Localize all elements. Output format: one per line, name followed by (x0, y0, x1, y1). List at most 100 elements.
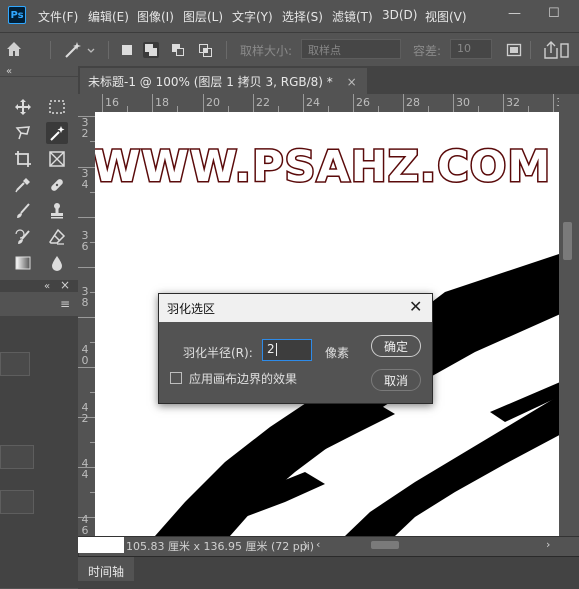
separator (50, 41, 51, 59)
separator (108, 41, 109, 59)
document-size: 105.83 厘米 x 136.95 厘米 (72 ppi) (126, 540, 315, 553)
scroll-left-icon[interactable]: ‹ (316, 538, 320, 551)
sample-size-label: 取样大小: (240, 44, 293, 58)
menu-layer[interactable]: 图层(L) (183, 8, 223, 25)
separator (0, 76, 78, 77)
clone-stamp-tool-icon[interactable] (46, 200, 68, 222)
blur-tool-icon[interactable] (46, 252, 68, 274)
feather-selection-dialog: 羽化选区 ✕ 羽化半径(R): 2 像素 确定 应用画布边界的效果 取消 (158, 293, 433, 404)
brush-tool-icon[interactable] (12, 200, 34, 222)
eyedropper-tool-icon[interactable] (12, 174, 34, 196)
new-selection-icon[interactable] (119, 42, 135, 58)
dialog-titlebar: 羽化选区 ✕ (159, 294, 432, 322)
status-bar: 105.83 厘米 x 136.95 厘米 (72 ppi) 〉 ‹ › (78, 536, 579, 553)
frame-tool-icon[interactable] (46, 148, 68, 170)
document-tab[interactable]: 未标题-1 @ 100% (图层 1 拷贝 3, RGB/8) * × (80, 68, 367, 94)
home-icon[interactable] (4, 39, 24, 61)
zoom-field[interactable] (78, 537, 124, 553)
subtract-from-selection-icon[interactable] (170, 42, 186, 58)
left-panel: « × ≡ (0, 278, 79, 588)
menu-view[interactable]: 视图(V) (425, 8, 467, 25)
lasso-tool-icon[interactable] (12, 122, 34, 144)
scroll-right-icon[interactable]: › (546, 538, 550, 551)
timeline-panel: 时间轴 (78, 556, 579, 589)
healing-brush-tool-icon[interactable] (46, 174, 68, 196)
unit-label: 像素 (325, 346, 350, 360)
menu-3d[interactable]: 3D(D) (382, 8, 417, 22)
ruler-label: 32 (506, 96, 520, 109)
collapse-icon[interactable]: « (44, 281, 50, 292)
history-brush-tool-icon[interactable] (12, 226, 34, 248)
separator (226, 41, 227, 59)
ruler-label: 20 (206, 96, 220, 109)
cancel-button[interactable]: 取消 (371, 369, 421, 391)
options-bar: 取样大小: 取样点 容差: 10 (0, 32, 579, 68)
ok-button[interactable]: 确定 (371, 335, 421, 357)
panel-field[interactable] (0, 490, 34, 514)
eraser-tool-icon[interactable] (46, 226, 68, 248)
tools-panel: « (0, 66, 79, 280)
panel-field[interactable] (0, 445, 34, 469)
dialog-close-button[interactable]: ✕ (409, 297, 422, 316)
intersect-selection-icon[interactable] (197, 42, 213, 58)
ruler-origin[interactable] (78, 94, 95, 112)
close-tab-icon[interactable]: × (347, 75, 357, 89)
status-menu-arrow[interactable]: 〉 (303, 538, 314, 554)
gradient-tool-icon[interactable] (12, 252, 34, 274)
ruler-label: 28 (406, 96, 420, 109)
magic-wand-tool-icon[interactable] (46, 122, 68, 144)
menu-filter[interactable]: 滤镜(T) (332, 8, 373, 25)
magic-wand-preset-icon[interactable] (62, 39, 98, 61)
photoshop-logo: Ps (8, 6, 26, 24)
anti-alias-icon[interactable] (506, 42, 522, 58)
ruler-label: 3 6 (81, 229, 89, 253)
ruler-label: 4 4 (81, 457, 89, 481)
crop-tool-icon[interactable] (12, 148, 34, 170)
ruler-label: 30 (456, 96, 470, 109)
sample-size-value: 取样点 (308, 44, 341, 57)
add-to-selection-icon[interactable] (143, 42, 159, 58)
menu-type[interactable]: 文字(Y) (232, 8, 273, 25)
ruler-label: 4 6 (81, 513, 89, 536)
move-tool-icon[interactable] (12, 96, 34, 118)
dialog-title: 羽化选区 (167, 302, 216, 316)
horizontal-scroll-thumb[interactable] (371, 541, 399, 549)
menu-file[interactable]: 文件(F) (38, 8, 78, 25)
sample-size-select[interactable]: 取样点 (301, 39, 401, 59)
ruler-label: 26 (356, 96, 370, 109)
menu-edit[interactable]: 编辑(E) (88, 8, 129, 25)
ruler-label: 16 (105, 96, 119, 109)
maximize-button[interactable]: ☐ (548, 6, 560, 21)
horizontal-ruler[interactable]: 16 18 20 22 24 26 28 30 32 34 (95, 94, 559, 113)
canvas-bounds-checkbox[interactable] (170, 372, 182, 384)
canvas-bounds-label: 应用画布边界的效果 (189, 372, 298, 386)
separator (530, 41, 531, 59)
panel-field[interactable] (0, 352, 30, 376)
close-icon[interactable]: × (60, 278, 70, 292)
feather-radius-label: 羽化半径(R): (183, 346, 253, 360)
tolerance-value: 10 (457, 42, 471, 55)
feather-radius-input[interactable]: 2 (262, 339, 312, 361)
ruler-label: 18 (155, 96, 169, 109)
vertical-ruler[interactable]: 3 2 3 4 3 6 3 8 4 0 4 2 4 4 4 6 (78, 112, 96, 536)
share-icon[interactable] (541, 40, 571, 60)
tolerance-input[interactable]: 10 (450, 39, 492, 59)
marquee-tool-icon[interactable] (46, 96, 68, 118)
timeline-tab[interactable]: 时间轴 (78, 557, 135, 581)
menu-image[interactable]: 图像(I) (137, 8, 174, 25)
menu-bar: Ps 文件(F) 编辑(E) 图像(I) 图层(L) 文字(Y) 选择(S) 滤… (0, 0, 579, 32)
ruler-label: 22 (256, 96, 270, 109)
vertical-scrollbar[interactable] (559, 94, 579, 536)
feather-radius-value: 2 (267, 342, 275, 356)
ruler-label: 3 4 (81, 167, 89, 191)
document-tab-title: 未标题-1 @ 100% (图层 1 拷贝 3, RGB/8) * (88, 75, 333, 89)
document-tab-bar: 未标题-1 @ 100% (图层 1 拷贝 3, RGB/8) * × (78, 66, 579, 94)
menu-select[interactable]: 选择(S) (282, 8, 323, 25)
minimize-button[interactable]: — (508, 6, 521, 21)
vertical-scroll-thumb[interactable] (563, 222, 572, 260)
ruler-label: 3 2 (81, 116, 89, 140)
canvas-watermark-text: WWW.PSAHZ.COM (95, 141, 552, 194)
ruler-label: 4 0 (81, 343, 89, 367)
panel-menu-icon[interactable]: ≡ (60, 297, 70, 311)
ruler-label: 4 2 (81, 401, 89, 425)
